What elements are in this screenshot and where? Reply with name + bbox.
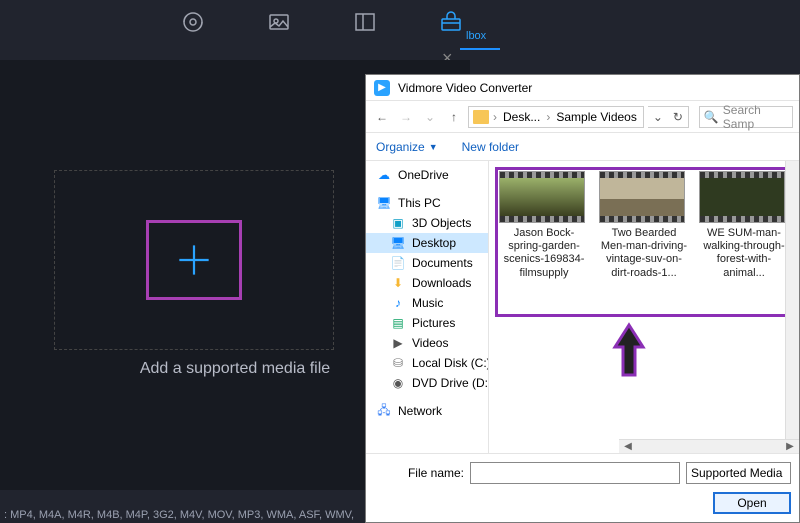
path-field[interactable]: › Desk... › Sample Videos — [468, 106, 644, 128]
supported-formats-text: : MP4, M4A, M4R, M4B, M4P, 3G2, M4V, MOV… — [4, 509, 354, 521]
path-tools: ⌄ ↻ — [648, 106, 689, 128]
path-segment-1[interactable]: Desk... — [501, 110, 542, 124]
file-list: Jason Bock-spring-garden-scenics-169834-… — [489, 161, 799, 453]
dropzone[interactable] — [54, 170, 334, 350]
network-icon: 🖧 — [376, 404, 392, 418]
video-thumbnail — [499, 171, 585, 223]
objects3d-icon: ▣ — [390, 216, 406, 230]
search-icon: 🔍 — [704, 110, 719, 124]
mv-tab-icon[interactable] — [352, 9, 378, 35]
tree-item-network[interactable]: 🖧Network — [366, 401, 488, 421]
folder-icon — [473, 110, 489, 124]
nav-back-icon[interactable]: ← — [372, 110, 392, 124]
search-input[interactable]: 🔍 Search Samp — [699, 106, 793, 128]
filename-label: File name: — [374, 466, 464, 480]
dialog-footer: File name: Supported Media Open — [366, 453, 799, 522]
active-tab-label: lbox — [466, 30, 486, 42]
tree-item-3dobjects[interactable]: ▣3D Objects — [366, 213, 488, 233]
converter-tab-icon[interactable] — [180, 9, 206, 35]
active-tab-underline — [460, 48, 500, 50]
top-tab-bar — [0, 0, 800, 44]
video-thumbnail — [699, 171, 785, 223]
tree-item-music[interactable]: ♪Music — [366, 293, 488, 313]
pc-icon: 🖥 — [376, 196, 392, 210]
dialog-nav: ← → ⌄ ↑ › Desk... › Sample Videos ⌄ ↻ 🔍 … — [366, 101, 799, 133]
chevron-right-icon: › — [493, 110, 497, 124]
chevron-right-icon: › — [546, 110, 550, 124]
tree-item-onedrive[interactable]: ☁OneDrive — [366, 165, 488, 185]
horizontal-scrollbar[interactable]: ◀ ▶ — [619, 439, 799, 453]
tree-item-pictures[interactable]: ▤Pictures — [366, 313, 488, 333]
organize-menu[interactable]: Organize ▼ — [376, 140, 438, 154]
tree-item-thispc[interactable]: 🖥This PC — [366, 193, 488, 213]
file-open-dialog: ▶ Vidmore Video Converter ← → ⌄ ↑ › Desk… — [365, 74, 800, 523]
dialog-title: Vidmore Video Converter — [398, 81, 532, 95]
nav-tree: ☁OneDrive 🖥This PC ▣3D Objects 🖥Desktop … — [366, 161, 489, 453]
filename-input[interactable] — [470, 462, 680, 484]
collage-tab-icon[interactable] — [266, 9, 292, 35]
desktop-icon: 🖥 — [390, 236, 406, 250]
vertical-scrollbar[interactable] — [785, 161, 799, 439]
open-button[interactable]: Open — [713, 492, 791, 514]
search-placeholder: Search Samp — [723, 103, 788, 131]
app-icon: ▶ — [374, 80, 390, 96]
tree-item-desktop[interactable]: 🖥Desktop — [366, 233, 488, 253]
nav-up-icon[interactable]: ↑ — [444, 110, 464, 124]
music-icon: ♪ — [390, 296, 406, 310]
annotation-arrow — [609, 321, 649, 384]
dvd-icon: ◉ — [390, 376, 406, 390]
dialog-toolbar: Organize ▼ New folder — [366, 133, 799, 161]
tree-item-documents[interactable]: 📄Documents — [366, 253, 488, 273]
tree-item-localdisk[interactable]: ⛁Local Disk (C:) — [366, 353, 488, 373]
scroll-right-icon[interactable]: ▶ — [783, 441, 797, 452]
downloads-icon: ⬇ — [390, 276, 406, 290]
nav-recent-icon[interactable]: ⌄ — [420, 110, 440, 124]
dialog-body: ☁OneDrive 🖥This PC ▣3D Objects 🖥Desktop … — [366, 161, 799, 453]
dialog-titlebar: ▶ Vidmore Video Converter — [366, 75, 799, 101]
refresh-icon[interactable]: ↻ — [668, 110, 688, 124]
video-thumbnail — [599, 171, 685, 223]
chevron-down-icon[interactable]: ⌄ — [648, 110, 668, 124]
add-file-box[interactable] — [146, 220, 242, 300]
disk-icon: ⛁ — [390, 356, 406, 370]
videos-icon: ▶ — [390, 336, 406, 350]
cloud-icon: ☁ — [376, 168, 392, 182]
scroll-left-icon[interactable]: ◀ — [621, 441, 635, 452]
tree-item-downloads[interactable]: ⬇Downloads — [366, 273, 488, 293]
tree-item-videos[interactable]: ▶Videos — [366, 333, 488, 353]
pictures-icon: ▤ — [390, 316, 406, 330]
new-folder-button[interactable]: New folder — [462, 140, 519, 154]
file-type-filter[interactable]: Supported Media — [686, 462, 791, 484]
toolbox-tab-icon[interactable] — [438, 9, 464, 35]
chevron-down-icon: ▼ — [429, 142, 438, 152]
nav-forward-icon[interactable]: → — [396, 110, 416, 124]
documents-icon: 📄 — [390, 256, 406, 270]
tree-item-dvddrive[interactable]: ◉DVD Drive (D:) P — [366, 373, 488, 393]
path-segment-2[interactable]: Sample Videos — [554, 110, 639, 124]
